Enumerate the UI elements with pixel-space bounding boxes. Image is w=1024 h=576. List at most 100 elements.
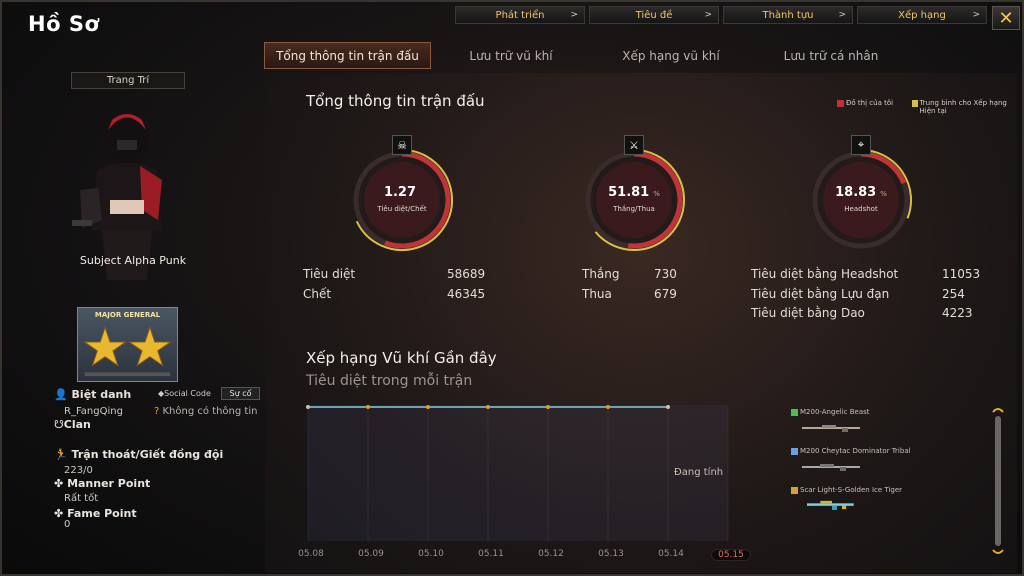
weapon-name: Scar Light-S-Golden Ice Tiger (800, 486, 903, 494)
weapon-legend-3[interactable]: Scar Light-S-Golden Ice Tiger (791, 486, 902, 494)
stat-label: Thua (582, 287, 612, 301)
stat-value: 4223 (942, 306, 973, 320)
gauge-value: 51.81% (579, 185, 689, 200)
crossed-guns-icon: ⚔ (624, 135, 644, 155)
weapon-name: M200 Cheytac Dominator Tribal (800, 447, 911, 455)
top-nav: Phát triển > Tiêu đề > Thành tựu > Xếp hạng… (455, 6, 987, 24)
manner-row: ✤ Manner Point (54, 477, 150, 490)
weapon-swatch (791, 448, 798, 455)
clan-label: Clan (63, 418, 91, 431)
profile-panel: Trang Trí Subject Alpha Punk MAJOR GENER… (2, 70, 264, 576)
stat-value: 58689 (447, 267, 486, 281)
stat-label: Tiêu diệt bằng Lựu đạn (751, 287, 890, 301)
question-icon: ? (154, 406, 160, 417)
rifle-icon: ⌖ (851, 135, 871, 155)
weapon-line-chart (306, 405, 729, 541)
gauge-number: 18.83 (835, 185, 877, 200)
top-nav-achievements[interactable]: Thành tựu > (723, 6, 853, 24)
decoration-button[interactable]: Trang Trí (71, 72, 185, 89)
manner-value: Rất tốt (64, 493, 99, 504)
gauge-label: Headshot (844, 205, 878, 213)
sniper-rifle-icon (802, 464, 860, 471)
top-nav-label: Phát triển (495, 9, 545, 21)
top-nav-title[interactable]: Tiêu đề > (589, 6, 719, 24)
top-nav-ranking[interactable]: Xếp hạng > (857, 6, 987, 24)
gauge-label: Thắng/Thua (613, 205, 655, 213)
fame-label: Fame Point (67, 507, 137, 520)
rank-stars-icon (83, 325, 172, 377)
gauge-ring (585, 149, 685, 251)
legend-swatch (912, 100, 918, 107)
gauge-ring (812, 149, 912, 249)
gauge-ring (353, 149, 453, 251)
date-tick[interactable]: 05.10 (411, 549, 451, 559)
date-tick[interactable]: 05.09 (351, 549, 391, 559)
stat-label: Tiêu diệt (303, 267, 356, 281)
weapon-swatch (791, 487, 798, 494)
stat-value: 46345 (447, 287, 486, 301)
scroll-thumb[interactable] (995, 416, 1001, 546)
legend-average: Trung bình cho Xếp hạng Hiện tại (912, 99, 1012, 115)
social-code-row: ◆Social Code (158, 389, 211, 398)
winrate-gauge: ⚔ 51.81% Thắng/Thua (579, 135, 689, 255)
tab-personal-storage[interactable]: Lưu trữ cá nhân (751, 42, 911, 69)
manner-label: Manner Point (67, 477, 151, 490)
chart-status: Đang tính (674, 467, 724, 478)
fame-value: 0 (64, 519, 71, 530)
top-nav-label: Xếp hạng (898, 9, 946, 21)
tab-weapon-ranking[interactable]: Xếp hạng vũ khí (591, 42, 751, 69)
scroll-up-icon[interactable] (992, 408, 1004, 413)
headshot-gauge: ⌖ 18.83% Headshot (806, 135, 916, 255)
summary-title: Tổng thông tin trận đấu (306, 92, 485, 110)
close-button[interactable]: ✕ (992, 6, 1020, 30)
chart-point (606, 405, 610, 409)
tab-match-summary[interactable]: Tổng thông tin trận đấu (264, 42, 431, 69)
chevron-right-icon: > (838, 10, 846, 20)
stat-label: Tiêu diệt bằng Dao (751, 306, 865, 320)
chart-point (546, 405, 550, 409)
escape-row: 🏃 Trận thoát/Giết đồng đội (54, 448, 223, 461)
report-button[interactable]: Sự cố (221, 387, 260, 400)
legend-label: Đồ thị của tôi (846, 99, 894, 107)
legend-label: Trung bình cho Xếp hạng Hiện tại (919, 99, 1007, 115)
chart-point (306, 405, 310, 409)
clover-icon: ✤ (54, 477, 64, 490)
chart-point (666, 405, 670, 409)
stat-label: Chết (303, 287, 332, 301)
weapons-title: Xếp hạng Vũ khí Gần đây (306, 349, 497, 367)
chart-point (486, 405, 490, 409)
gauge-number: 51.81 (608, 185, 650, 200)
gauge-center (364, 162, 440, 238)
date-tick[interactable]: 05.12 (531, 549, 571, 559)
top-nav-development[interactable]: Phát triển > (455, 6, 585, 24)
legend-swatch (837, 100, 844, 107)
sniper-rifle-icon (802, 425, 860, 432)
chevron-right-icon: > (704, 10, 712, 20)
stat-label: Tiêu diệt bằng Headshot (751, 267, 899, 281)
weapons-subtitle: Tiêu diệt trong mỗi trận (306, 373, 473, 389)
date-tick[interactable]: 05.13 (591, 549, 631, 559)
stat-value: 254 (942, 287, 965, 301)
no-info-label: Không có thông tin (162, 406, 258, 417)
weapon-list-scrollbar[interactable] (990, 406, 1006, 556)
weapon-name: M200-Angelic Beast (800, 408, 870, 416)
profile-window: Hồ Sơ Phát triển > Tiêu đề > Thành tựu > Xế… (0, 0, 1024, 576)
date-tick[interactable]: 05.14 (651, 549, 691, 559)
gauge-unit: % (880, 190, 887, 198)
nickname-label: Biệt danh (71, 388, 132, 401)
skull-icon: ☠ (392, 135, 412, 155)
date-tick[interactable]: 05.15 (711, 549, 751, 561)
rank-badge: MAJOR GENERAL (77, 307, 178, 382)
user-icon: 👤 (54, 388, 68, 401)
gauge-value: 1.27 (347, 185, 457, 200)
kd-gauge: ☠ 1.27 Tiêu diệt/Chết (347, 135, 457, 255)
date-tick[interactable]: 05.08 (291, 549, 331, 559)
weapon-legend-1[interactable]: M200-Angelic Beast (791, 408, 870, 416)
date-tick[interactable]: 05.11 (471, 549, 511, 559)
nickname-row: 👤 Biệt danh (54, 388, 131, 401)
stat-value: 11053 (942, 267, 981, 281)
tab-weapon-storage[interactable]: Lưu trữ vũ khí (431, 42, 591, 69)
weapon-legend-2[interactable]: M200 Cheytac Dominator Tribal (791, 447, 911, 455)
chart-point (366, 405, 370, 409)
scroll-down-icon[interactable] (992, 549, 1004, 554)
